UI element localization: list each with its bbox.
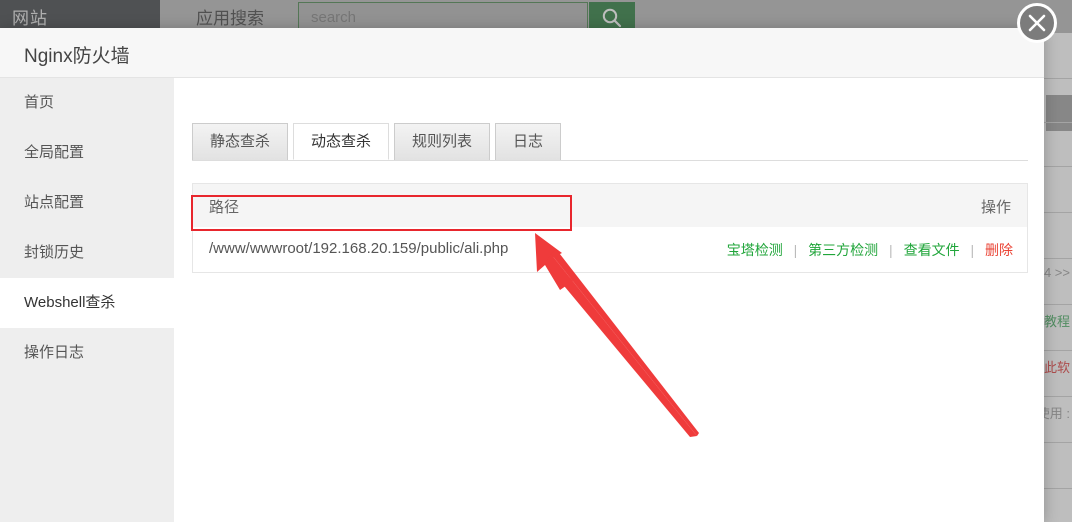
action-bt-scan[interactable]: 宝塔检测 bbox=[727, 242, 783, 258]
sidebar-item-global-config[interactable]: 全局配置 bbox=[0, 128, 174, 178]
sidebar-item-label: 首页 bbox=[24, 94, 55, 111]
close-icon bbox=[1028, 14, 1046, 32]
tab-dynamic-scan[interactable]: 动态查杀 bbox=[293, 123, 390, 160]
modal-sidebar: 首页 全局配置 站点配置 封锁历史 Webshell查杀 操作日志 bbox=[0, 78, 174, 522]
action-separator: | bbox=[793, 242, 798, 258]
sidebar-item-webshell-scan[interactable]: Webshell查杀 bbox=[0, 278, 174, 328]
tab-label: 动态查杀 bbox=[311, 133, 372, 150]
webshell-result-table: 路径 操作 /www/wwwroot/192.168.20.159/public… bbox=[192, 183, 1028, 273]
sidebar-item-home[interactable]: 首页 bbox=[0, 78, 174, 128]
sidebar-item-block-history[interactable]: 封锁历史 bbox=[0, 228, 174, 278]
sidebar-item-site-config[interactable]: 站点配置 bbox=[0, 178, 174, 228]
tab-rule-list[interactable]: 规则列表 bbox=[394, 123, 491, 160]
cell-actions: 宝塔检测 | 第三方检测 | 查看文件 | 删除 bbox=[727, 240, 1013, 260]
tab-static-scan[interactable]: 静态查杀 bbox=[192, 123, 289, 160]
sidebar-item-label: 站点配置 bbox=[24, 194, 85, 211]
action-delete[interactable]: 删除 bbox=[985, 242, 1013, 258]
action-view-file[interactable]: 查看文件 bbox=[904, 242, 960, 258]
tab-label: 静态查杀 bbox=[210, 133, 271, 150]
sidebar-item-operation-log[interactable]: 操作日志 bbox=[0, 328, 174, 378]
modal-body: 静态查杀 动态查杀 规则列表 日志 路径 操作 /www/wwwroot/192… bbox=[174, 78, 1044, 522]
tab-label: 规则列表 bbox=[412, 133, 473, 150]
column-header-operation: 操作 bbox=[980, 199, 1011, 216]
column-header-path: 路径 bbox=[209, 199, 240, 216]
modal-header: Nginx防火墙 bbox=[0, 28, 1044, 78]
sidebar-item-label: 封锁历史 bbox=[24, 244, 85, 261]
tab-label: 日志 bbox=[513, 133, 544, 150]
tab-bar: 静态查杀 动态查杀 规则列表 日志 bbox=[192, 123, 1028, 161]
nginx-firewall-modal: Nginx防火墙 首页 全局配置 站点配置 封锁历史 Webshell查杀 操作… bbox=[0, 28, 1044, 522]
tab-logs[interactable]: 日志 bbox=[495, 123, 562, 160]
sidebar-item-label: Webshell查杀 bbox=[24, 294, 116, 311]
cell-file-path: /www/wwwroot/192.168.20.159/public/ali.p… bbox=[209, 240, 509, 257]
close-button[interactable] bbox=[1017, 3, 1057, 43]
action-third-party-scan[interactable]: 第三方检测 bbox=[808, 242, 878, 258]
table-row: /www/wwwroot/192.168.20.159/public/ali.p… bbox=[192, 227, 1028, 273]
table-header: 路径 操作 bbox=[192, 183, 1028, 227]
page-title: Nginx防火墙 bbox=[24, 46, 130, 67]
sidebar-item-label: 操作日志 bbox=[24, 344, 85, 361]
sidebar-item-label: 全局配置 bbox=[24, 144, 85, 161]
action-separator: | bbox=[970, 242, 975, 258]
action-separator: | bbox=[889, 242, 893, 258]
